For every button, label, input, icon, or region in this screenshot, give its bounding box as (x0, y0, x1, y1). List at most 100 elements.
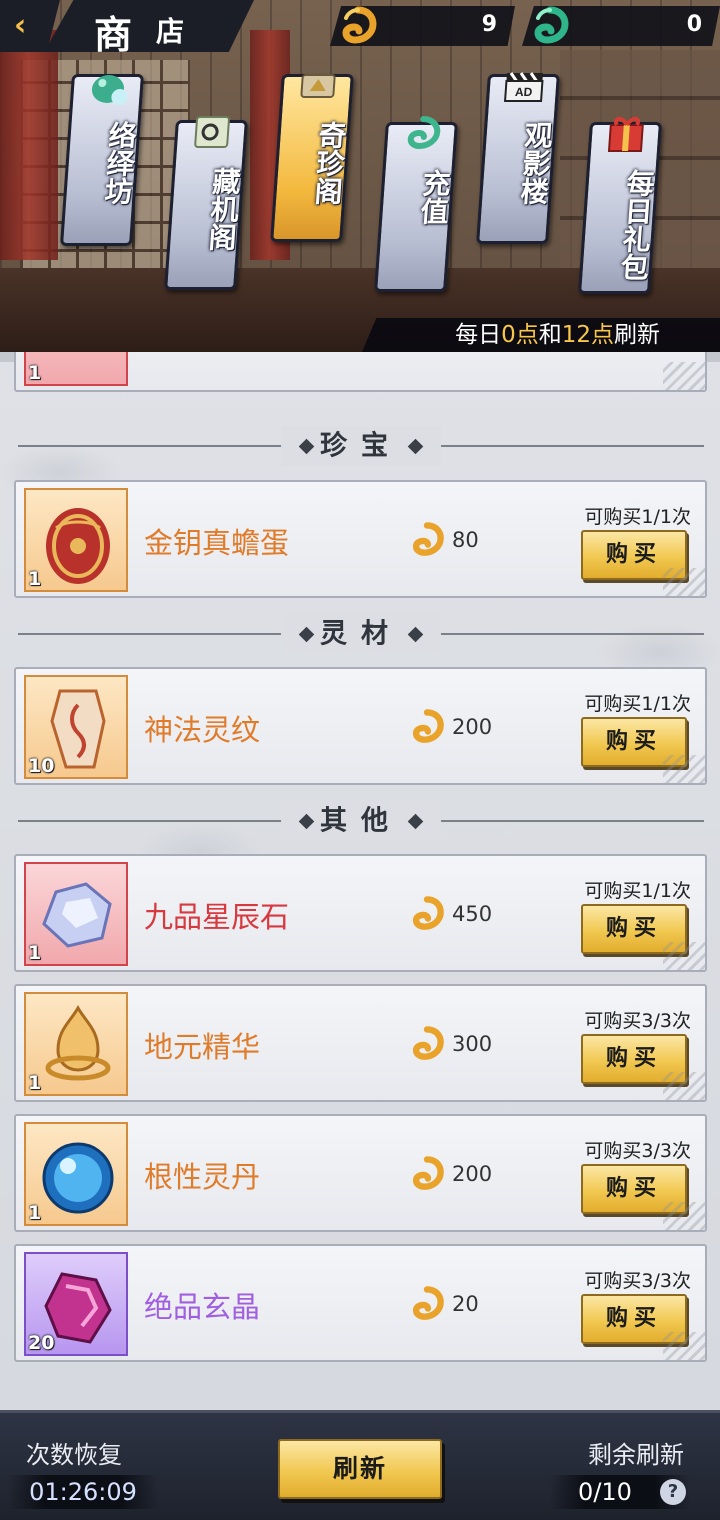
daily-refresh-note: 每日0点和12点刷新 (362, 318, 720, 352)
item-price-amount: 300 (452, 1032, 493, 1056)
diamond-icon (407, 626, 424, 643)
refresh-note-hour: 0点 (501, 322, 539, 348)
shop-banner: ‹ 商 店 9 0 络绎坊 藏机阁 奇珍阁 充值 AD 观影楼 每日礼包 每日0… (0, 0, 720, 352)
section-title: 灵材 (320, 618, 402, 650)
section-header-materials: 灵材 (18, 614, 704, 654)
shop-item[interactable]: 1 金钥真蟾蛋 80 可购买1/1次 购买 (14, 480, 707, 598)
gold-ruyi-coin-icon (412, 1156, 444, 1190)
refresh-note-text: 每日 (455, 322, 502, 348)
blue-orb-icon (42, 1142, 114, 1214)
buy-button[interactable]: 购买 (581, 1164, 687, 1214)
buy-button[interactable]: 购买 (581, 717, 687, 767)
earth-essence-icon (45, 1004, 111, 1081)
item-price-amount: 80 (452, 528, 479, 552)
buy-button[interactable]: 购买 (581, 530, 687, 580)
recover-timer: 01:26:09 (8, 1475, 158, 1509)
refresh-note-text: 和 (538, 322, 562, 348)
ad-clapper-icon: AD (503, 72, 544, 102)
item-quantity: 1 (28, 942, 42, 964)
curtain-decoration (0, 30, 58, 260)
item-quantity: 10 (28, 755, 55, 777)
gold-ruyi-coin-icon (412, 896, 444, 930)
jade-dragon-icon (91, 75, 128, 105)
item-thumbnail: 1 (24, 1122, 128, 1226)
tab-chongzhi[interactable]: 充值 (374, 116, 458, 292)
currency-jade-value: 0 (686, 12, 702, 37)
buy-button[interactable]: 购买 (581, 1294, 687, 1344)
tab-guanying-lou[interactable]: AD 观影楼 (476, 72, 560, 244)
remaining-refresh-label: 剩余刷新 (588, 1441, 684, 1469)
item-quantity: 1 (28, 568, 42, 590)
purchase-limit: 可购买3/3次 (584, 1140, 691, 1162)
tab-label: 藏机阁 (203, 167, 243, 251)
diamond-icon (298, 813, 315, 830)
diamond-icon (407, 438, 424, 455)
tab-label: 充值 (415, 169, 453, 225)
section-title: 珍宝 (320, 430, 402, 462)
title-char-small: 店 (156, 15, 185, 48)
buy-button[interactable]: 购买 (581, 904, 687, 954)
purchase-limit: 可购买1/1次 (584, 693, 691, 715)
purchase-limit: 可购买3/3次 (584, 1010, 691, 1032)
shop-item-list[interactable]: 1 珍宝 1 金钥真蟾蛋 80 可购买1/1次 购买 灵材 10 神法灵纹 20… (0, 352, 720, 1410)
shop-item[interactable]: 10 神法灵纹 200 可购买1/1次 购买 (14, 667, 707, 785)
help-icon[interactable]: ? (660, 1479, 686, 1505)
jade-ruyi-coin-icon (534, 6, 569, 44)
gold-ruyi-coin-icon (412, 1026, 444, 1060)
tab-cangji-ge[interactable]: 藏机阁 (164, 116, 248, 290)
item-quantity: 20 (28, 1332, 55, 1354)
shop-item-partial[interactable]: 1 (14, 352, 707, 392)
section-header-other: 其他 (18, 801, 704, 841)
item-name: 根性灵丹 (144, 1160, 261, 1194)
tab-meiri-libao[interactable]: 每日礼包 (577, 117, 663, 294)
item-thumbnail: 10 (24, 675, 128, 779)
title-char-big: 商 (94, 13, 133, 57)
jade-coin-icon (407, 116, 441, 150)
item-name: 绝品玄晶 (144, 1290, 261, 1324)
gold-ruyi-coin-icon (412, 1286, 444, 1320)
item-quantity: 1 (28, 1202, 42, 1224)
diamond-icon (298, 626, 315, 643)
diamond-icon (407, 813, 424, 830)
shop-footer: 次数恢复 01:26:09 刷新 剩余刷新 0/10 ? (0, 1410, 720, 1520)
item-quantity: 1 (28, 362, 42, 384)
item-price-amount: 20 (452, 1292, 479, 1316)
refresh-note-text: 刷新 (614, 322, 660, 348)
treasure-scroll-icon (300, 74, 336, 98)
refresh-button[interactable]: 刷新 (278, 1439, 442, 1499)
item-price-amount: 200 (452, 1162, 493, 1186)
buy-button[interactable]: 购买 (581, 1034, 687, 1084)
item-thumbnail: 20 (24, 1252, 128, 1356)
section-header-treasure: 珍宝 (18, 426, 704, 466)
tab-label: 每日礼包 (615, 169, 657, 281)
purchase-limit: 可购买1/1次 (584, 506, 691, 528)
gold-ruyi-coin-icon (412, 522, 444, 556)
refresh-note-hour: 12点 (561, 322, 614, 348)
item-name: 金钥真蟾蛋 (144, 526, 290, 560)
scroll-icon (194, 116, 230, 148)
shop-item[interactable]: 1 地元精华 300 可购买3/3次 购买 (14, 984, 707, 1102)
currency-gold[interactable]: 9 (330, 6, 515, 46)
item-price-amount: 200 (452, 715, 493, 739)
currency-gold-value: 9 (481, 12, 497, 37)
gold-ruyi-coin-icon (412, 709, 444, 743)
recover-label: 次数恢复 (26, 1441, 122, 1469)
svg-text:AD: AD (515, 85, 534, 99)
item-quantity: 1 (28, 1072, 42, 1094)
item-name: 九品星辰石 (144, 900, 290, 934)
gift-box-icon (607, 117, 644, 152)
gold-ruyi-coin-icon (342, 6, 377, 44)
shop-item[interactable]: 1 九品星辰石 450 可购买1/1次 购买 (14, 854, 707, 972)
shop-item[interactable]: 20 绝品玄晶 20 可购买3/3次 购买 (14, 1244, 707, 1362)
chevron-left-icon: ‹ (14, 8, 27, 43)
item-price-amount: 450 (452, 902, 493, 926)
tab-qizhen-ge[interactable]: 奇珍阁 (270, 74, 354, 242)
tab-label: 络绎坊 (99, 121, 139, 205)
item-thumbnail: 1 (24, 488, 128, 592)
currency-jade[interactable]: 0 (522, 6, 720, 46)
section-title: 其他 (320, 805, 402, 837)
page-title: 商 店 (44, 0, 254, 52)
tab-luoyi-fang[interactable]: 络绎坊 (59, 74, 145, 246)
item-thumbnail: 1 (24, 862, 128, 966)
shop-item[interactable]: 1 根性灵丹 200 可购买3/3次 购买 (14, 1114, 707, 1232)
